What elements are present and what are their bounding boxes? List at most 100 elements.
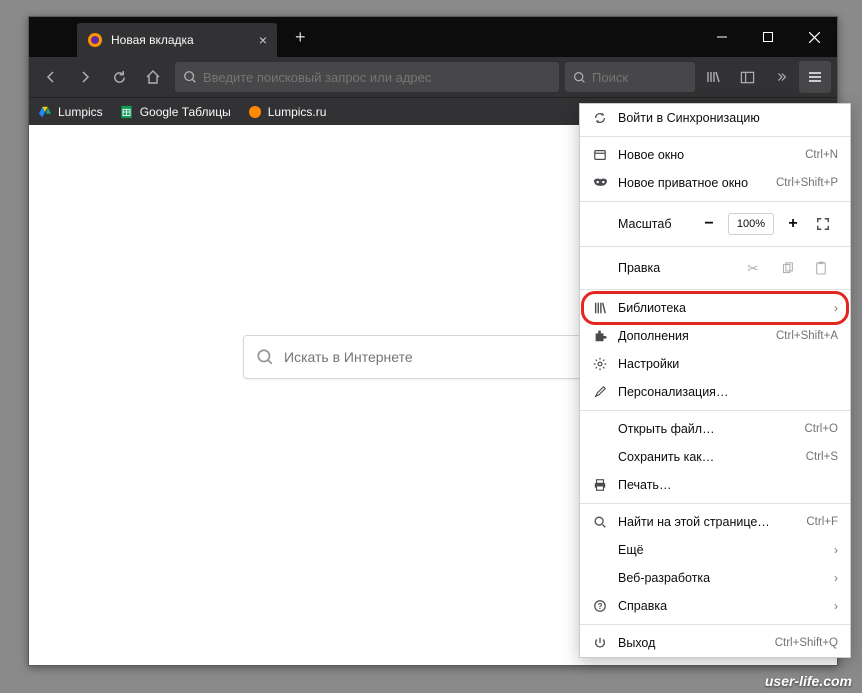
menu-new-window[interactable]: Новое окно Ctrl+N (580, 141, 850, 169)
mask-icon (592, 175, 608, 191)
menu-label: Справка (618, 599, 834, 613)
menu-more[interactable]: Ещё › (580, 536, 850, 564)
hamburger-menu-button[interactable] (799, 61, 831, 93)
menu-label: Новое приватное окно (618, 176, 776, 190)
menu-label: Ещё (618, 543, 834, 557)
newtab-search[interactable] (243, 335, 623, 379)
separator (580, 410, 850, 411)
fullscreen-button[interactable] (808, 211, 838, 237)
cut-button[interactable]: ✂ (736, 260, 770, 277)
window-icon (592, 147, 608, 163)
menu-quit[interactable]: Выход Ctrl+Shift+Q (580, 629, 850, 657)
back-button[interactable] (35, 61, 67, 93)
close-tab-icon[interactable]: × (259, 32, 267, 48)
bookmark-label: Google Таблицы (140, 105, 231, 119)
paste-button[interactable] (804, 261, 838, 275)
menu-zoom: Масштаб − 100% + (580, 206, 850, 242)
library-icon (592, 300, 608, 316)
separator (580, 289, 850, 290)
zoom-out-button[interactable]: − (694, 211, 724, 237)
watermark: user-life.com (765, 673, 852, 689)
firefox-icon (87, 32, 103, 48)
menu-edit: Правка ✂ (580, 251, 850, 285)
separator (580, 201, 850, 202)
menu-label: Библиотека (618, 301, 834, 315)
brush-icon (592, 384, 608, 400)
search-bar[interactable] (565, 62, 695, 92)
menu-label: Печать… (618, 478, 838, 492)
url-bar[interactable] (175, 62, 559, 92)
zoom-label: Масштаб (592, 217, 694, 231)
print-icon (592, 477, 608, 493)
search-input[interactable] (592, 70, 687, 85)
menu-label: Дополнения (618, 329, 776, 343)
newtab-search-input[interactable] (284, 349, 610, 365)
menu-label: Найти на этой странице… (618, 515, 806, 529)
menu-new-private[interactable]: Новое приватное окно Ctrl+Shift+P (580, 169, 850, 197)
active-tab[interactable]: Новая вкладка × (77, 23, 277, 57)
hamburger-icon (807, 69, 823, 85)
menu-save-as[interactable]: Сохранить как… Ctrl+S (580, 443, 850, 471)
menu-print[interactable]: Печать… (580, 471, 850, 499)
hamburger-menu: Войти в Синхронизацию Новое окно Ctrl+N … (579, 103, 851, 658)
separator (580, 246, 850, 247)
menu-shortcut: Ctrl+O (804, 423, 838, 435)
menu-label: Веб-разработка (618, 571, 834, 585)
menu-webdev[interactable]: Веб-разработка › (580, 564, 850, 592)
close-window-button[interactable] (791, 17, 837, 57)
library-button[interactable] (697, 61, 729, 93)
zoom-value[interactable]: 100% (728, 213, 774, 235)
home-button[interactable] (137, 61, 169, 93)
menu-shortcut: Ctrl+Shift+A (776, 330, 838, 342)
new-tab-button[interactable]: + (295, 27, 306, 48)
menu-label: Войти в Синхронизацию (618, 111, 838, 125)
gear-icon (592, 356, 608, 372)
reload-button[interactable] (103, 61, 135, 93)
search-icon (573, 71, 586, 84)
menu-label: Выход (618, 636, 775, 650)
bookmark-label: Lumpics.ru (268, 105, 327, 119)
menu-sync[interactable]: Войти в Синхронизацию (580, 104, 850, 132)
zoom-in-button[interactable]: + (778, 211, 808, 237)
menu-label: Открыть файл… (618, 422, 804, 436)
menu-label: Персонализация… (618, 385, 838, 399)
copy-button[interactable] (770, 262, 804, 275)
menu-label: Настройки (618, 357, 838, 371)
separator (580, 136, 850, 137)
forward-button[interactable] (69, 61, 101, 93)
menu-shortcut: Ctrl+N (805, 149, 838, 161)
menu-find[interactable]: Найти на этой странице… Ctrl+F (580, 508, 850, 536)
bookmark-lumpicsru[interactable]: Lumpics.ru (247, 104, 327, 120)
menu-library[interactable]: Библиотека › (580, 294, 850, 322)
menu-shortcut: Ctrl+F (806, 516, 838, 528)
help-icon: ? (592, 598, 608, 614)
menu-customize[interactable]: Персонализация… (580, 378, 850, 406)
titlebar: Новая вкладка × + (29, 17, 837, 57)
menu-addons[interactable]: Дополнения Ctrl+Shift+A (580, 322, 850, 350)
globe-icon (247, 104, 263, 120)
edit-label: Правка (592, 261, 736, 275)
menu-settings[interactable]: Настройки (580, 350, 850, 378)
bookmark-sheets[interactable]: Google Таблицы (119, 104, 231, 120)
chevron-right-icon: › (834, 543, 838, 557)
toolbar (29, 57, 837, 97)
menu-label: Сохранить как… (618, 450, 806, 464)
menu-shortcut: Ctrl+Shift+Q (775, 637, 838, 649)
search-icon (592, 514, 608, 530)
url-input[interactable] (203, 70, 551, 85)
menu-open-file[interactable]: Открыть файл… Ctrl+O (580, 415, 850, 443)
menu-shortcut: Ctrl+S (806, 451, 838, 463)
sidebar-button[interactable] (731, 61, 763, 93)
puzzle-icon (592, 328, 608, 344)
chevron-right-icon: › (834, 571, 838, 585)
chevron-right-icon: › (834, 599, 838, 613)
sync-icon (592, 110, 608, 126)
svg-text:?: ? (598, 602, 603, 611)
maximize-button[interactable] (745, 17, 791, 57)
minimize-button[interactable] (699, 17, 745, 57)
window-controls (699, 17, 837, 57)
menu-help[interactable]: ? Справка › (580, 592, 850, 620)
drive-icon (37, 104, 53, 120)
overflow-button[interactable] (765, 61, 797, 93)
bookmark-lumpics[interactable]: Lumpics (37, 104, 103, 120)
